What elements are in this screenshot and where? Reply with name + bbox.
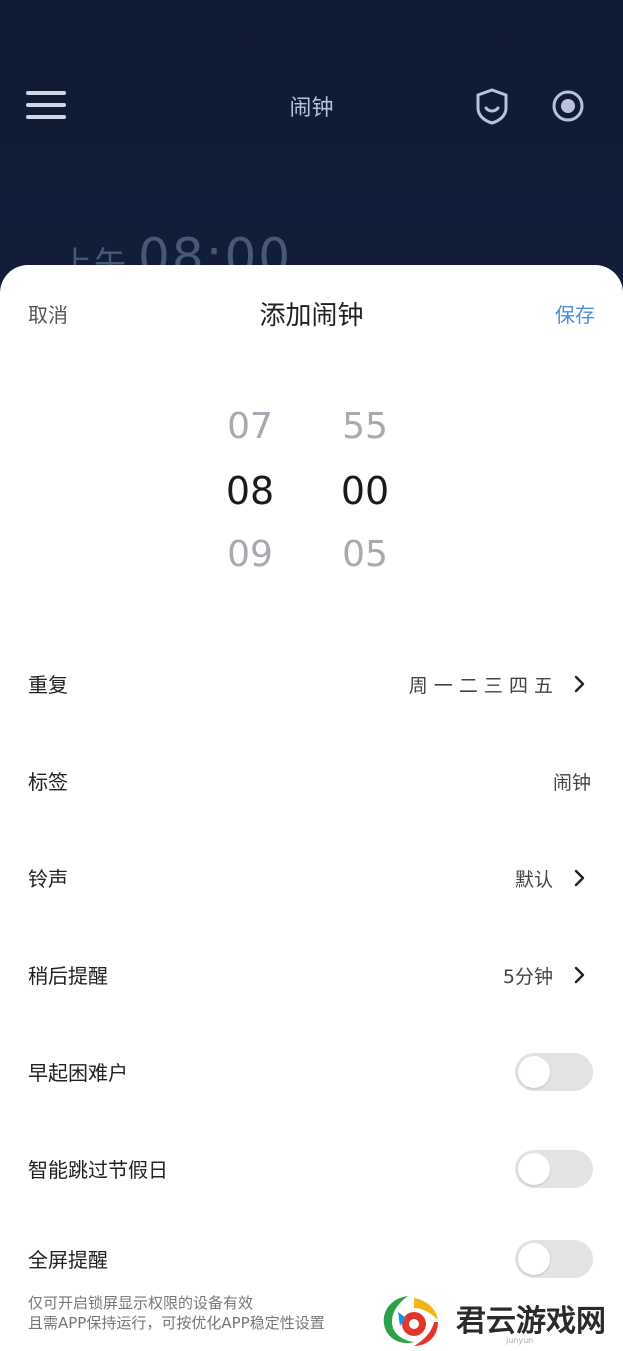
add-alarm-sheet: 取消 添加闹钟 保存 07 08 09 55 00 05 重复 周 一 二 三 … — [0, 265, 623, 1351]
ringtone-value: 默认 — [514, 869, 553, 891]
skip-holidays-label: 智能跳过节假日 — [28, 1158, 168, 1182]
early-riser-row: 早起困难户 — [0, 1041, 623, 1101]
tag-row[interactable]: 标签 闹钟 — [0, 750, 623, 810]
minute-option[interactable]: 55 — [325, 395, 405, 459]
skip-holidays-toggle[interactable] — [515, 1150, 593, 1188]
watermark-logo: 君云游戏网 junyun — [378, 1288, 618, 1348]
fullscreen-label: 全屏提醒 — [28, 1248, 108, 1272]
chevron-right-icon — [573, 869, 585, 887]
app-title: 闹钟 — [289, 96, 334, 121]
note-line: 且需APP保持运行，可按优化APP稳定性设置 — [28, 1314, 325, 1332]
chevron-right-icon — [573, 675, 585, 693]
watermark-text: 君云游戏网 — [456, 1304, 606, 1339]
hour-option[interactable]: 09 — [210, 523, 290, 587]
hour-selected[interactable]: 08 — [210, 459, 290, 523]
fullscreen-row: 全屏提醒 — [0, 1228, 623, 1288]
fullscreen-toggle[interactable] — [515, 1240, 593, 1278]
record-icon[interactable] — [550, 88, 586, 124]
minute-wheel[interactable]: 55 00 05 — [325, 395, 405, 587]
snooze-value: 5分钟 — [502, 966, 553, 988]
time-picker[interactable]: 07 08 09 55 00 05 — [0, 395, 623, 595]
repeat-label: 重复 — [28, 673, 68, 697]
skip-holidays-row: 智能跳过节假日 — [0, 1138, 623, 1198]
early-riser-label: 早起困难户 — [28, 1061, 128, 1085]
repeat-row[interactable]: 重复 周 一 二 三 四 五 — [0, 653, 623, 713]
watermark-subtext: junyun — [506, 1336, 534, 1345]
note-line: 仅可开启锁屏显示权限的设备有效 — [28, 1294, 254, 1312]
chevron-right-icon — [573, 966, 585, 984]
tag-value: 闹钟 — [552, 772, 591, 794]
repeat-value: 周 一 二 三 四 五 — [408, 675, 553, 697]
app-bar: 闹钟 — [0, 0, 623, 210]
ringtone-label: 铃声 — [28, 867, 68, 891]
snooze-row[interactable]: 稍后提醒 5分钟 — [0, 944, 623, 1004]
minute-selected[interactable]: 00 — [325, 459, 405, 523]
sheet-title: 添加闹钟 — [259, 301, 364, 331]
hour-option[interactable]: 07 — [210, 395, 290, 459]
snooze-label: 稍后提醒 — [28, 964, 108, 988]
tag-label: 标签 — [28, 770, 68, 794]
shield-icon[interactable] — [472, 86, 512, 126]
fullscreen-note: 仅可开启锁屏显示权限的设备有效 且需APP保持运行，可按优化APP稳定性设置 — [28, 1293, 325, 1333]
minute-option[interactable]: 05 — [325, 523, 405, 587]
ringtone-row[interactable]: 铃声 默认 — [0, 847, 623, 907]
watermark-logo-icon — [383, 1296, 438, 1346]
early-riser-toggle[interactable] — [515, 1053, 593, 1091]
hour-wheel[interactable]: 07 08 09 — [210, 395, 290, 587]
sheet-header: 取消 添加闹钟 保存 — [0, 295, 623, 335]
save-button[interactable]: 保存 — [555, 299, 595, 328]
